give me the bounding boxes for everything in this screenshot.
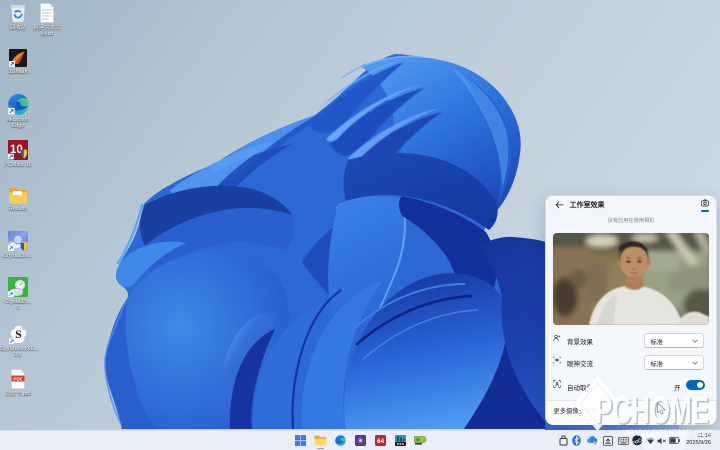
svg-text:PCHOME: PCHOME [595, 390, 709, 432]
svg-text:WWW.PCHOME.NET: WWW.PCHOME.NET [623, 428, 713, 439]
